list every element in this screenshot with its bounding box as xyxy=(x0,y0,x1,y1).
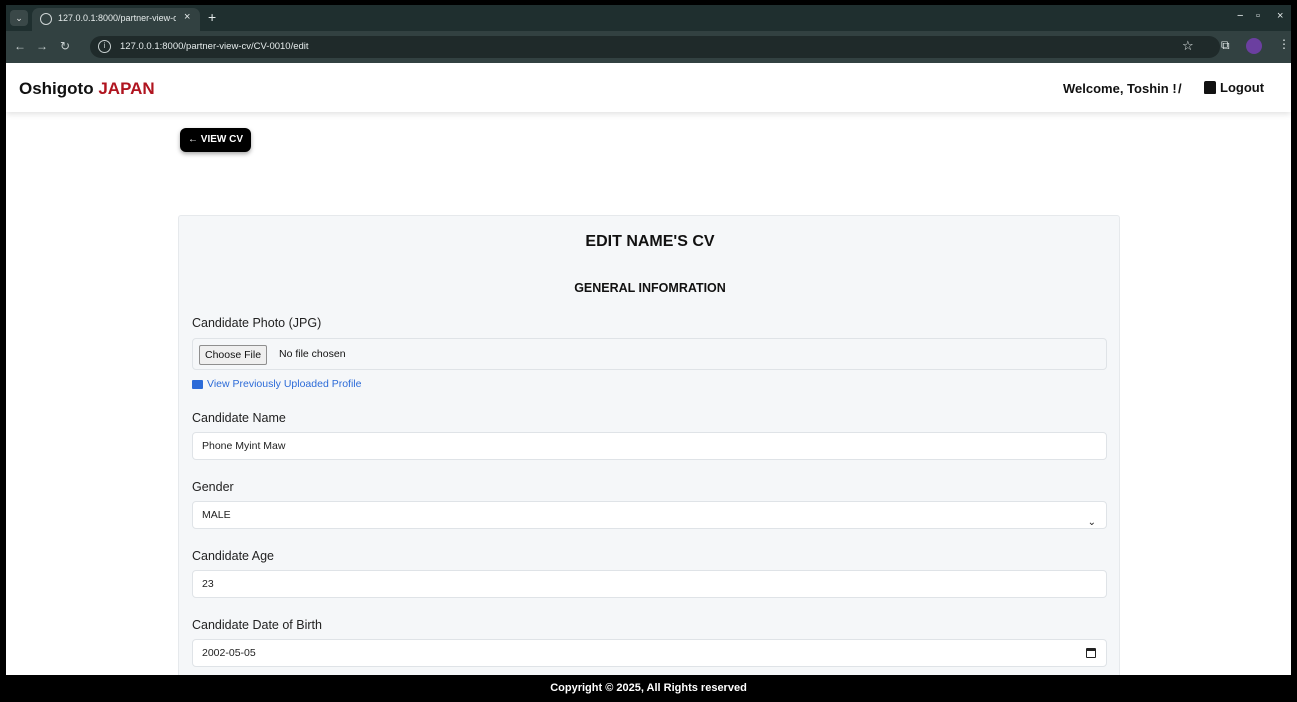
site-footer: Copyright © 2025, All Rights reserved xyxy=(6,675,1291,702)
brand-logo[interactable]: Oshigoto JAPAN xyxy=(19,79,155,99)
dob-input[interactable]: 2002-05-05 xyxy=(192,639,1107,667)
logout-link[interactable]: Logout xyxy=(1204,80,1264,95)
chevron-down-icon: ⌄ xyxy=(1087,517,1096,528)
gender-select[interactable]: MALE ⌄ xyxy=(192,501,1107,529)
photo-label: Candidate Photo (JPG) xyxy=(192,316,322,330)
choose-file-button[interactable]: Choose File xyxy=(199,345,268,365)
age-label: Candidate Age xyxy=(192,549,275,563)
photo-file-input[interactable]: Choose File No file chosen xyxy=(192,338,1107,370)
minimize-button[interactable]: − xyxy=(1237,10,1243,22)
browser-toolbar: ← → ↻ i 127.0.0.1:8000/partner-view-cv/C… xyxy=(6,31,1291,63)
site-navbar: Oshigoto JAPAN Welcome, Toshin ! / Logou… xyxy=(6,63,1291,112)
gender-label: Gender xyxy=(192,480,234,494)
welcome-text: Welcome, Toshin ! xyxy=(1063,81,1177,96)
candidate-name-input[interactable]: Phone Myint Maw xyxy=(192,432,1107,460)
favicon-icon xyxy=(40,13,52,25)
bookmark-star-icon[interactable]: ☆ xyxy=(1182,38,1194,54)
extensions-icon[interactable]: ⧉ xyxy=(1221,38,1230,53)
view-profile-link[interactable]: View Previously Uploaded Profile xyxy=(192,378,361,390)
brand-main: Oshigoto xyxy=(19,79,94,98)
logout-label: Logout xyxy=(1220,80,1265,95)
browser-tab[interactable]: 127.0.0.1:8000/partner-view-cv × xyxy=(32,8,200,31)
page-viewport: Oshigoto JAPAN Welcome, Toshin ! / Logou… xyxy=(6,63,1291,675)
form-title: EDIT NAME'S CV xyxy=(585,233,715,250)
candidate-age-input[interactable]: 23 xyxy=(192,570,1107,598)
tab-close-icon[interactable]: × xyxy=(184,11,190,23)
tab-title: 127.0.0.1:8000/partner-view-cv xyxy=(58,13,176,23)
window-close-button[interactable]: × xyxy=(1277,10,1283,22)
forward-arrow-icon[interactable]: → xyxy=(36,39,48,53)
nav-separator: / xyxy=(1178,81,1182,96)
brand-accent: JAPAN xyxy=(98,79,155,98)
url-text[interactable]: 127.0.0.1:8000/partner-view-cv/CV-0010/e… xyxy=(120,41,309,52)
menu-kebab-icon[interactable]: ⋮ xyxy=(1278,37,1290,51)
dob-label: Candidate Date of Birth xyxy=(192,618,322,632)
calendar-icon[interactable] xyxy=(1086,648,1096,658)
browser-tab-bar: ⌄ 127.0.0.1:8000/partner-view-cv × + − ▫… xyxy=(6,5,1291,31)
restore-button[interactable]: ▫ xyxy=(1256,10,1260,22)
profile-avatar[interactable] xyxy=(1246,38,1262,54)
view-profile-label: View Previously Uploaded Profile xyxy=(207,378,362,390)
reload-icon[interactable]: ↻ xyxy=(60,39,70,53)
image-icon xyxy=(192,379,203,389)
view-cv-back-button[interactable]: ← VIEW CV xyxy=(180,128,252,152)
file-status: No file chosen xyxy=(279,348,346,360)
gender-value: MALE xyxy=(202,509,231,521)
new-tab-button[interactable]: + xyxy=(208,9,216,25)
tab-search-icon[interactable]: ⌄ xyxy=(10,10,28,26)
back-arrow-icon[interactable]: ← xyxy=(14,39,26,53)
edit-cv-form: EDIT NAME'S CV GENERAL INFOMRATION Candi… xyxy=(178,215,1120,675)
site-info-icon[interactable]: i xyxy=(98,40,111,53)
dob-value: 2002-05-05 xyxy=(202,647,256,659)
user-icon xyxy=(1204,81,1216,94)
section-title: GENERAL INFOMRATION xyxy=(574,281,726,295)
name-label: Candidate Name xyxy=(192,411,286,425)
address-bar[interactable]: i 127.0.0.1:8000/partner-view-cv/CV-0010… xyxy=(90,36,1220,58)
